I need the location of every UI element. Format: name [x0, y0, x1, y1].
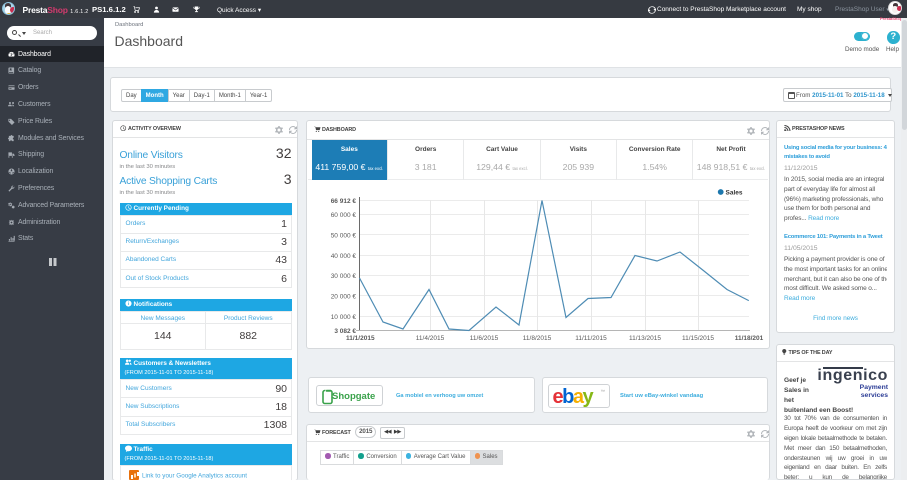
svg-text:60 000 €: 60 000 € — [331, 212, 357, 219]
svg-text:11/15/2015: 11/15/2015 — [682, 335, 714, 342]
svg-text:3 082 €: 3 082 € — [334, 328, 356, 335]
svg-text:11/6/2015: 11/6/2015 — [470, 335, 499, 342]
svg-text:50 000 €: 50 000 € — [331, 233, 357, 240]
svg-text:66 912 €: 66 912 € — [331, 198, 357, 205]
svg-text:11/13/2015: 11/13/2015 — [629, 335, 661, 342]
svg-text:40 000 €: 40 000 € — [331, 253, 357, 260]
svg-text:11/8/2015: 11/8/2015 — [523, 335, 552, 342]
svg-text:Sales: Sales — [726, 190, 743, 197]
svg-text:11/18/201: 11/18/201 — [735, 335, 764, 342]
svg-text:20 000 €: 20 000 € — [331, 294, 357, 301]
svg-text:i: i — [127, 301, 128, 306]
svg-text:30 000 €: 30 000 € — [331, 273, 357, 280]
svg-text:11/1/2015: 11/1/2015 — [346, 335, 375, 342]
svg-text:11/11/2015: 11/11/2015 — [575, 335, 607, 342]
svg-text:11/4/2015: 11/4/2015 — [416, 335, 445, 342]
svg-text:10 000 €: 10 000 € — [331, 314, 357, 321]
